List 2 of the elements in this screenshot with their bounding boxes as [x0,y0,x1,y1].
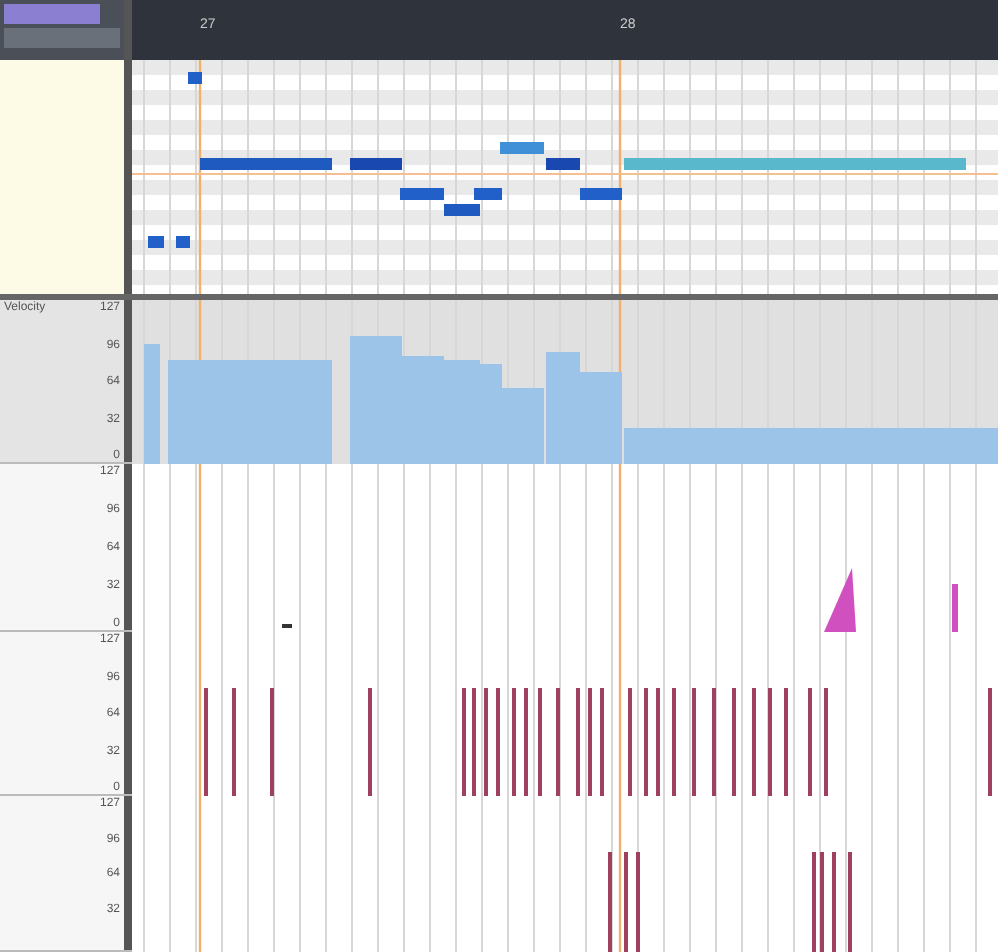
track-tab[interactable] [4,4,100,24]
track-dropdown[interactable] [4,28,120,48]
